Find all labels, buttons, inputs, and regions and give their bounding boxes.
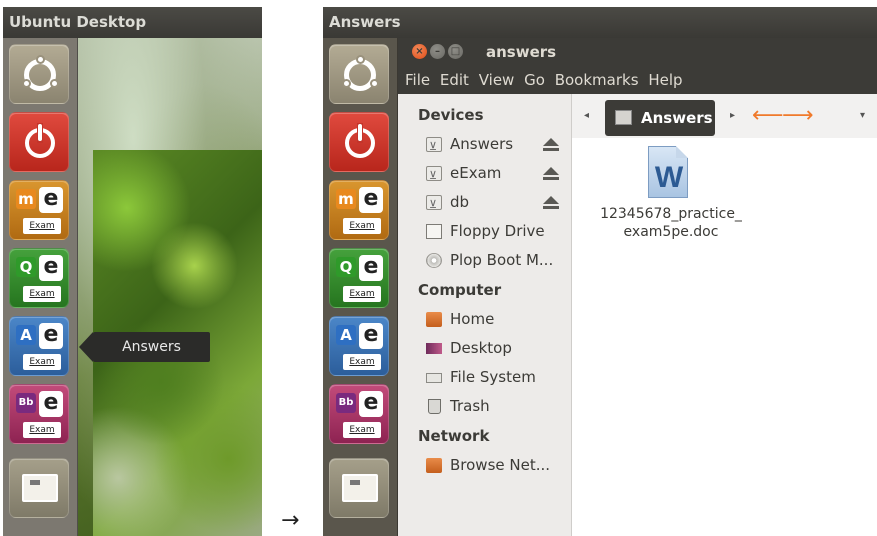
menu-bookmarks[interactable]: Bookmarks xyxy=(555,66,639,94)
network-folder-icon xyxy=(426,458,442,473)
menu-edit[interactable]: Edit xyxy=(440,66,469,94)
close-icon[interactable]: × xyxy=(412,44,427,59)
exam-bb-icon: Bb e Exam xyxy=(335,390,385,440)
exam-a-icon: A e Exam xyxy=(15,322,65,372)
files-button[interactable] xyxy=(9,458,69,518)
exam-bb-button[interactable]: Bb e Exam xyxy=(329,384,389,444)
sidebar-item-browse-network[interactable]: Browse Net... xyxy=(398,451,571,480)
places-sidebar: Devices Answers eExam db Floppy Drive xyxy=(398,94,572,536)
power-button[interactable] xyxy=(329,112,389,172)
drive-icon xyxy=(426,132,442,161)
drive-icon xyxy=(426,161,442,190)
exam-q-button[interactable]: Q e Exam xyxy=(9,248,69,308)
sidebar-item-desktop[interactable]: Desktop xyxy=(398,334,571,363)
sidebar-item-answers[interactable]: Answers xyxy=(398,130,571,161)
menu-go[interactable]: Go xyxy=(524,66,545,94)
sidebar-item-eexam[interactable]: eExam xyxy=(398,159,571,190)
unity-launcher: m e Exam Q e Exam A e Exam Bb e Exam xyxy=(3,38,78,536)
ubuntu-dash-button[interactable] xyxy=(329,44,389,104)
window-titlebar[interactable]: × – □ answers xyxy=(398,38,877,66)
unity-launcher: m e Exam Q e Exam A e Exam Bb e Exam xyxy=(323,38,398,536)
sidebar-item-db[interactable]: db xyxy=(398,188,571,219)
exam-m-button[interactable]: m e Exam xyxy=(329,180,389,240)
eject-icon[interactable] xyxy=(543,138,559,152)
drive-icon xyxy=(615,110,632,125)
cd-icon xyxy=(426,253,442,268)
launcher-tooltip: Answers xyxy=(79,332,210,362)
breadcrumb-answers[interactable]: Answers xyxy=(605,100,715,136)
exam-a-button[interactable]: A e Exam xyxy=(329,316,389,376)
sidebar-item-file-system[interactable]: File System xyxy=(398,363,571,392)
exam-m-icon: m e Exam xyxy=(15,186,65,236)
computer-heading: Computer xyxy=(418,281,502,299)
power-button[interactable] xyxy=(9,112,69,172)
exam-a-button[interactable]: A e Exam xyxy=(9,316,69,376)
menu-help[interactable]: Help xyxy=(648,66,682,94)
menu-view[interactable]: View xyxy=(479,66,515,94)
sidebar-item-trash[interactable]: Trash xyxy=(398,392,571,421)
top-panel-title: Ubuntu Desktop xyxy=(3,7,262,38)
forward-arrow-icon[interactable]: ⟶ xyxy=(782,102,814,130)
floppy-icon xyxy=(426,224,442,239)
maximize-icon[interactable]: □ xyxy=(448,44,463,59)
exam-q-button[interactable]: Q e Exam xyxy=(329,248,389,308)
eject-icon[interactable] xyxy=(543,167,559,181)
word-document-icon[interactable]: W xyxy=(648,146,688,198)
files-button[interactable] xyxy=(329,458,389,518)
home-folder-icon xyxy=(426,312,442,327)
drive-icon xyxy=(426,190,442,219)
exam-m-button[interactable]: m e Exam xyxy=(9,180,69,240)
devices-heading: Devices xyxy=(418,106,484,124)
sidebar-item-plop-boot[interactable]: Plop Boot M... xyxy=(398,246,571,275)
exam-bb-button[interactable]: Bb e Exam xyxy=(9,384,69,444)
sidebar-item-floppy-drive[interactable]: Floppy Drive xyxy=(398,217,571,246)
exam-m-icon: m e Exam xyxy=(335,186,385,236)
sidebar-item-home[interactable]: Home xyxy=(398,305,571,334)
exam-q-icon: Q e Exam xyxy=(335,254,385,304)
breadcrumb-left-scroll[interactable]: ◂ xyxy=(584,106,589,126)
top-panel-title: Answers xyxy=(323,7,877,38)
back-arrow-icon[interactable]: ⟵ xyxy=(752,102,784,130)
breadcrumb-right-scroll[interactable]: ▸ xyxy=(730,106,735,126)
view-dropdown-icon[interactable]: ▾ xyxy=(860,106,865,126)
transition-arrow: → xyxy=(281,508,300,533)
network-heading: Network xyxy=(418,427,490,445)
right-screenshot: Answers m e Exam Q e Exam A e Exam Bb e … xyxy=(323,7,877,536)
location-toolbar: ◂ Answers ▸ ⟵ ⟶ ▾ xyxy=(572,94,877,138)
menu-bar: File Edit View Go Bookmarks Help xyxy=(398,66,877,94)
left-screenshot: Ubuntu Desktop m e Exam Q e Exam A e Exa… xyxy=(3,7,262,536)
eject-icon[interactable] xyxy=(543,196,559,210)
ubuntu-dash-button[interactable] xyxy=(9,44,69,104)
file-view: W 12345678_practice_ exam5pe.doc xyxy=(572,138,877,536)
exam-q-icon: Q e Exam xyxy=(15,254,65,304)
harddisk-icon xyxy=(426,373,442,383)
minimize-icon[interactable]: – xyxy=(430,44,445,59)
window-title: answers xyxy=(486,43,557,61)
file-manager-window: × – □ answers File Edit View Go Bookmark… xyxy=(398,38,877,536)
window-icon xyxy=(22,474,58,502)
exam-bb-icon: Bb e Exam xyxy=(15,390,65,440)
trash-icon xyxy=(428,399,441,414)
file-name[interactable]: 12345678_practice_ exam5pe.doc xyxy=(586,205,756,241)
window-icon xyxy=(342,474,378,502)
exam-a-icon: A e Exam xyxy=(335,322,385,372)
desktop-icon xyxy=(426,343,442,354)
menu-file[interactable]: File xyxy=(405,66,430,94)
